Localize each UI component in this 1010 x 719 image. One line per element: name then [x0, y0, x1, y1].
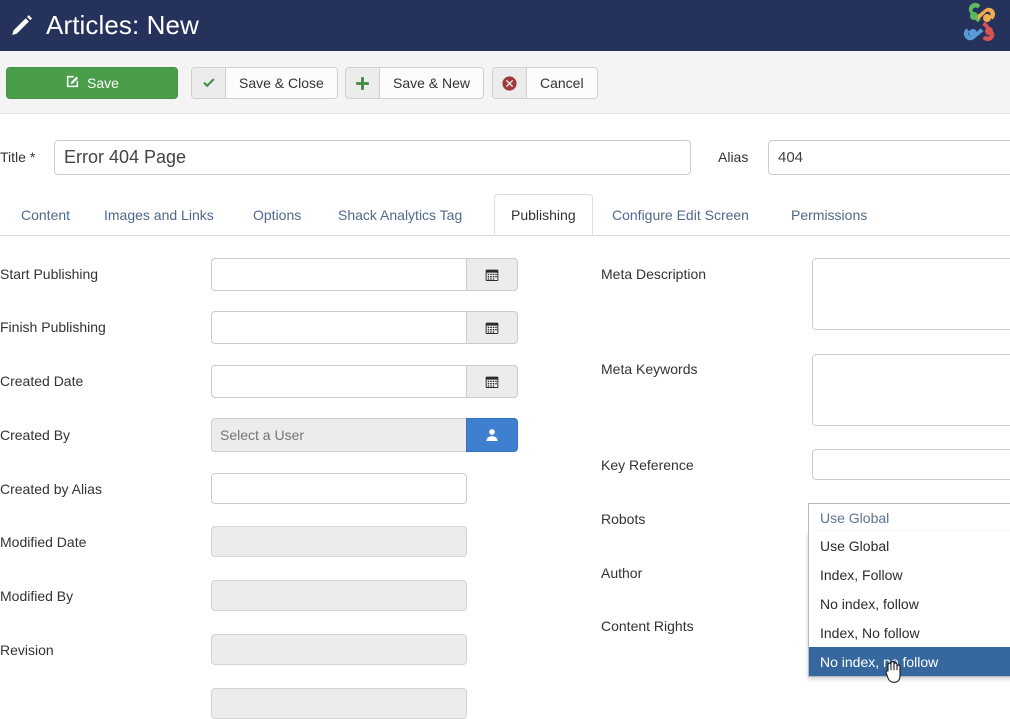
created-by-field[interactable]	[211, 418, 518, 452]
finish-publishing-input[interactable]	[211, 311, 466, 344]
finish-publishing-label: Finish Publishing	[0, 319, 106, 335]
title-label: Title *	[0, 149, 35, 165]
calendar-icon[interactable]	[466, 258, 518, 291]
meta-description-textarea[interactable]	[812, 258, 1010, 330]
user-icon[interactable]	[466, 418, 518, 452]
tab-bar: Content Images and Links Options Shack A…	[0, 194, 1010, 236]
modified-by-label: Modified By	[0, 588, 73, 604]
robots-option-no-index-follow[interactable]: No index, follow	[809, 589, 1010, 618]
start-publishing-field[interactable]	[211, 258, 518, 291]
meta-keywords-textarea[interactable]	[812, 354, 1010, 426]
title-row: Title * Alias	[0, 130, 1010, 188]
cancel-label: Cancel	[527, 68, 597, 98]
calendar-icon[interactable]	[466, 311, 518, 344]
tab-content[interactable]: Content	[4, 194, 87, 235]
created-date-label: Created Date	[0, 373, 83, 389]
save-and-close-label: Save & Close	[226, 68, 337, 98]
alias-input[interactable]	[768, 140, 1010, 175]
pencil-icon	[8, 12, 36, 40]
robots-option-index-follow[interactable]: Index, Follow	[809, 560, 1010, 589]
save-and-close-button[interactable]: Save & Close	[191, 67, 338, 99]
page-title: Articles: New	[46, 10, 199, 41]
author-label: Author	[601, 565, 642, 581]
robots-select[interactable]: Use Global	[808, 503, 1010, 531]
key-reference-label: Key Reference	[601, 457, 694, 473]
robots-label: Robots	[601, 511, 645, 527]
created-by-input[interactable]	[211, 418, 466, 452]
meta-description-label: Meta Description	[601, 266, 706, 282]
edit-square-icon	[65, 74, 80, 92]
tab-configure-edit-screen[interactable]: Configure Edit Screen	[595, 194, 766, 235]
circle-x-icon	[493, 68, 527, 98]
title-input[interactable]	[54, 140, 691, 175]
cancel-button[interactable]: Cancel	[492, 67, 598, 99]
revision-label: Revision	[0, 642, 54, 658]
created-by-alias-input[interactable]	[211, 473, 467, 504]
next-field-input-partial	[211, 688, 467, 719]
robots-select-dropdown: Use Global Index, Follow No index, follo…	[808, 531, 1010, 677]
alias-label: Alias	[718, 149, 748, 165]
key-reference-input[interactable]	[812, 449, 1010, 480]
created-by-label: Created By	[0, 427, 70, 443]
tab-permissions[interactable]: Permissions	[774, 194, 884, 235]
save-and-new-label: Save & New	[380, 68, 483, 98]
robots-option-use-global[interactable]: Use Global	[809, 531, 1010, 560]
save-button[interactable]: Save	[6, 67, 178, 99]
calendar-icon[interactable]	[466, 365, 518, 398]
tab-publishing[interactable]: Publishing	[494, 194, 593, 235]
robots-option-index-no-follow[interactable]: Index, No follow	[809, 618, 1010, 647]
tab-images-and-links[interactable]: Images and Links	[87, 194, 231, 235]
tab-options[interactable]: Options	[236, 194, 318, 235]
start-publishing-input[interactable]	[211, 258, 466, 291]
page-header: Articles: New	[0, 0, 1010, 51]
modified-date-label: Modified Date	[0, 534, 86, 550]
created-by-alias-label: Created by Alias	[0, 481, 102, 497]
finish-publishing-field[interactable]	[211, 311, 518, 344]
created-date-field[interactable]	[211, 365, 518, 398]
save-and-new-button[interactable]: Save & New	[345, 67, 484, 99]
revision-input	[211, 634, 467, 665]
toolbar: Save Save & Close Save & New Cancel	[0, 51, 1010, 114]
created-date-input[interactable]	[211, 365, 466, 398]
modified-date-input	[211, 526, 467, 557]
content-rights-label: Content Rights	[601, 618, 694, 634]
robots-option-no-index-no-follow[interactable]: No index, no follow	[809, 647, 1010, 676]
modified-by-input	[211, 580, 467, 611]
save-button-label: Save	[87, 75, 119, 91]
plus-icon	[346, 68, 380, 98]
check-icon	[192, 68, 226, 98]
meta-keywords-label: Meta Keywords	[601, 361, 697, 377]
tab-shack-analytics-tag[interactable]: Shack Analytics Tag	[321, 194, 479, 235]
joomla-logo-icon	[954, 2, 1004, 49]
start-publishing-label: Start Publishing	[0, 266, 98, 282]
